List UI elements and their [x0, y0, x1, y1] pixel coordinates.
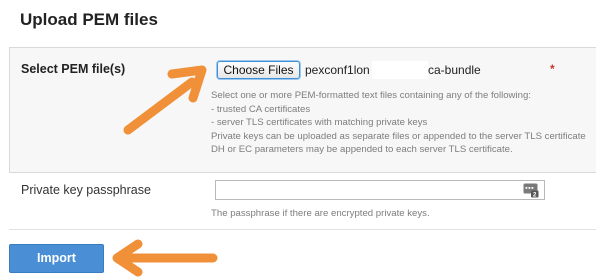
orange-arrow: [112, 239, 218, 277]
annotation-arrows: [112, 65, 218, 277]
orange-arrow: [123, 65, 207, 135]
